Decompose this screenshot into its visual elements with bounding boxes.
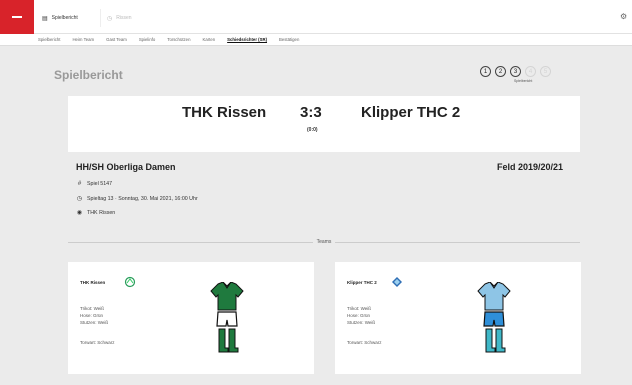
home-team-card: THK Rissen Trikot: Weiß Hose: Grün Stutz… [68,262,314,374]
document-icon: ▤ [42,15,48,22]
final-score: 3:3 [300,104,322,121]
subnav-item-karten[interactable]: Karten [202,37,215,42]
sub-navigation: Spielbericht Heim Team Gast Team Spielin… [0,34,632,46]
away-kit-icon [477,282,511,353]
kit-stutzen: Stutzen: Weiß [80,320,109,325]
subnav-item-heim-team[interactable]: Heim Team [72,37,94,42]
step-2[interactable]: 2 [495,66,506,77]
game-date: Spieltag 13 · Sonntag, 30. Mai 2021, 16:… [87,195,198,202]
kit-trikot: Trikot: Weiß [347,306,372,311]
divider-line-right [335,241,581,243]
tab-label: Spielbericht [51,15,78,21]
home-kit-icon [210,282,244,353]
hamburger-icon [12,16,22,18]
halftime-score: (0:0) [307,127,318,133]
kit-hose: Hose: Grün [347,313,371,318]
subnav-item-spielinfo[interactable]: Spielinfo [139,37,155,42]
step-3[interactable]: 3 [510,66,521,77]
step-indicator: 1 2 3 4 5 [480,66,551,77]
menu-button[interactable] [0,0,34,34]
step-5: 5 [540,66,551,77]
tab-label: Rissen [116,15,132,21]
page-title: Spielbericht [54,68,123,82]
subnav-item-bestaetigen[interactable]: Bestätigen [279,37,299,42]
teams-section-label: Teams [316,239,332,245]
hash-icon: # [77,181,82,187]
step-1[interactable]: 1 [480,66,491,77]
kit-torwart: Torwart: Schwarz [80,340,115,345]
venue: THK Rissen [87,209,116,216]
game-number: Spiel 5147 [87,181,113,187]
game-number-row: # Spiel 5147 [76,181,112,187]
kit-trikot: Trikot: Weiß [80,306,105,311]
away-club-logo-icon [392,277,402,287]
home-team-name: THK Rissen [182,104,267,121]
league-name: HH/SH Oberliga Damen [76,162,176,172]
tab-secondary[interactable]: ◷ Rissen [100,9,132,27]
season-name: Feld 2019/20/21 [497,162,564,172]
tab-spielbericht[interactable]: ▤ Spielbericht [42,9,78,27]
date-row: ◷ Spieltag 13 · Sonntag, 30. Mai 2021, 1… [76,195,198,203]
subnav-item-spielbericht[interactable]: Spielbericht [38,37,60,42]
team-card-name: Klipper THC 2 [347,280,377,285]
score-card: THK Rissen 3:3 (0:0) Klipper THC 2 [68,96,580,152]
current-step-label: Spielbericht [514,79,533,83]
subnav-item-schiedsrichter[interactable]: Schiedsrichter (SR) [227,37,267,42]
teams-divider: Teams [68,238,581,246]
top-bar: ▤ Spielbericht ◷ Rissen ⚙ [0,0,632,34]
team-card-name: THK Rissen [80,280,106,285]
divider-line-left [68,241,313,243]
clock-icon: ◷ [107,15,113,22]
kit-hose: Hose: Grün [80,313,104,318]
settings-icon[interactable]: ⚙ [620,12,627,21]
step-4: 4 [525,66,536,77]
kit-torwart: Torwart: Schwarz [347,340,382,345]
home-club-logo-icon [124,276,136,288]
away-team-name: Klipper THC 2 [361,104,461,121]
venue-row: ◉ THK Rissen [76,209,116,217]
clock-icon: ◷ [76,196,83,202]
kit-stutzen: Stutzen: Weiß [347,320,376,325]
subnav-item-torschuetzen[interactable]: Torschützen [167,37,190,42]
location-pin-icon: ◉ [76,210,83,216]
subnav-item-gast-team[interactable]: Gast Team [106,37,127,42]
away-team-card: Klipper THC 2 Trikot: Weiß Hose: Grün St… [335,262,581,374]
